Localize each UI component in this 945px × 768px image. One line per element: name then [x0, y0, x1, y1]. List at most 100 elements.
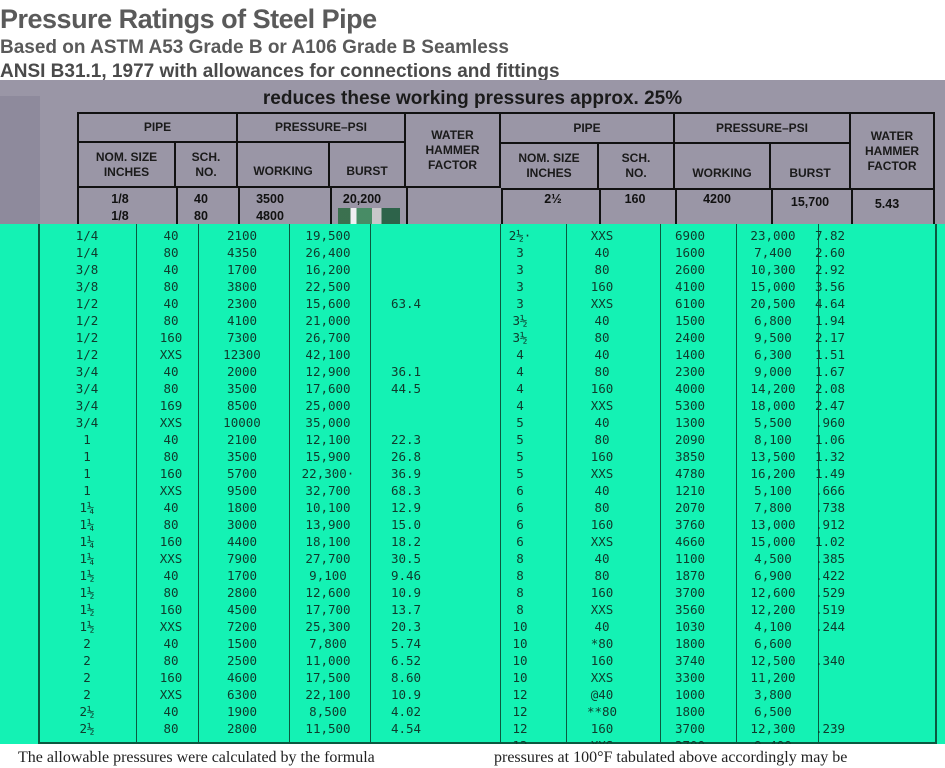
cell-working: 5700: [226, 466, 258, 481]
cell-size2: 12: [512, 704, 528, 719]
cell-burst: 11,000: [305, 653, 351, 668]
cell-working2: 3760: [674, 517, 706, 532]
cell-sch: 40: [163, 432, 179, 447]
header-pressure-right: PRESSURE–PSI: [675, 114, 851, 144]
cell-sch2: 40: [594, 483, 610, 498]
cell-size: 2: [83, 636, 91, 651]
cell-size2: 5: [516, 449, 524, 464]
cell-working: 3500: [226, 449, 258, 464]
subtitle-reduction: reduces these working pressures approx. …: [262, 88, 683, 109]
cell-working2: 1800: [674, 704, 706, 719]
cell-whf2: .912: [814, 517, 846, 532]
cell-sch: 80: [163, 449, 179, 464]
cell-whf2: .666: [814, 483, 846, 498]
cell-burst: 42,100: [305, 347, 351, 362]
cell-burst2: 12,500: [750, 653, 796, 668]
cell-sch: XXS: [159, 687, 183, 702]
cell-size2: 4: [516, 364, 524, 379]
table-row: 1 160 5700 22,300· 36.9 5 XXS 4780 16,200 1.49: [0, 466, 945, 483]
cell-working: 1900: [226, 704, 258, 719]
cell-sch2: 40: [594, 619, 610, 634]
cell-sch: XXS: [159, 619, 183, 634]
cell-working2: 4100: [674, 279, 706, 294]
cell-working: 2100: [226, 228, 258, 243]
cell-sch2: 160: [590, 653, 614, 668]
cell-sch: 160: [159, 330, 183, 345]
cell-size2: 6: [516, 517, 524, 532]
cell-whf: 36.9: [390, 466, 422, 481]
cell-size: 3/8: [75, 279, 99, 294]
cell-working2: 3850: [674, 449, 706, 464]
cell-sch2: @40: [590, 687, 614, 702]
cell-sch: 80: [163, 721, 179, 736]
cell-working: 1500: [226, 636, 258, 651]
cell-sch2: 80: [594, 330, 610, 345]
cell-sch2: XXS: [590, 466, 614, 481]
header-whf-right: WATER HAMMER FACTOR: [851, 114, 933, 190]
cell-whf: 10.9: [390, 585, 422, 600]
cell-sch2: **80: [586, 704, 618, 719]
cell-whf2: .340: [814, 653, 846, 668]
header-nomsize-right: NOM. SIZE INCHES: [501, 144, 599, 190]
cell-burst: 17,700: [305, 602, 351, 617]
cell-size: 1½: [79, 619, 95, 634]
cell-whf: 15.0: [390, 517, 422, 532]
cell-working2: 6100: [674, 296, 706, 311]
cell-size2: 3½: [512, 330, 528, 345]
cell-size: 2: [83, 653, 91, 668]
cell-whf2: 1.49: [814, 466, 846, 481]
cell-sch: 169: [159, 398, 183, 413]
cell-whf: 36.1: [390, 364, 422, 379]
header-nomsize-left: NOM. SIZE INCHES: [79, 143, 176, 188]
cell-sch: XXS: [159, 483, 183, 498]
cell-burst: 32,700: [305, 483, 351, 498]
cell-burst2: 6,900: [754, 568, 792, 583]
cell-burst2: 7,800: [754, 500, 792, 515]
cell-whf: 8.60: [390, 670, 422, 685]
cell-size2: 3½: [512, 313, 528, 328]
cell-whf: 10.9: [390, 687, 422, 702]
cell-working: 3000: [226, 517, 258, 532]
cell-size2: 12: [512, 721, 528, 736]
cell-sch: 40: [163, 636, 179, 651]
cell-size: 2½: [79, 704, 95, 719]
cell-whf2: 3.56: [814, 279, 846, 294]
cell-sch: 80: [163, 585, 179, 600]
cell-sch2: 160: [590, 279, 614, 294]
cell-size2: 3: [516, 279, 524, 294]
cell-whf: 4.54: [390, 721, 422, 736]
table-row: 1/4 80 4350 26,400 3 40 1600 7,400 2.60: [0, 245, 945, 262]
cell-size: 2: [83, 687, 91, 702]
cell-sch2: 40: [594, 347, 610, 362]
cell-working2: 1210: [674, 483, 706, 498]
cell-whf: 63.4: [390, 296, 422, 311]
cell-size2: 8: [516, 585, 524, 600]
cell-working2: 2600: [674, 262, 706, 277]
cell-working: 1700: [226, 568, 258, 583]
cell-size: 1/2: [75, 313, 99, 328]
table-row: 1/2 160 7300 26,700 3½ 80 2400 9,500 2.17: [0, 330, 945, 347]
cell-size2: 10: [512, 619, 528, 634]
cell-burst2: 12,300: [750, 721, 796, 736]
cell-sch: 160: [159, 670, 183, 685]
cell-size2: 10: [512, 670, 528, 685]
cell-sch2: XXS: [590, 296, 614, 311]
cell-size: 1/2: [75, 347, 99, 362]
cell-working: 3800: [226, 279, 258, 294]
table-row: 2 80 2500 11,000 6.52 10 160 3740 12,500 .340: [0, 653, 945, 670]
cell-whf: 4.02: [390, 704, 422, 719]
cell-whf: 68.3: [390, 483, 422, 498]
table-row: 3/4 80 3500 17,600 44.5 4 160 4000 14,200 2.08: [0, 381, 945, 398]
table-row: 1½ XXS 7200 25,300 20.3 10 40 1030 4,100 .244: [0, 619, 945, 636]
cell-size: 1: [83, 449, 91, 464]
cell-whf2: 2.08: [814, 381, 846, 396]
cell-working: 2100: [226, 432, 258, 447]
cell-burst: 25,000: [305, 398, 351, 413]
table-row: 1/4 40 2100 19,500 2½· XXS 6900 23,000 7.82: [0, 228, 945, 245]
cell-whf: 12.9: [390, 500, 422, 515]
cell-sch: 40: [163, 228, 179, 243]
cell-whf2: 2.92: [814, 262, 846, 277]
cell-size: 2½: [79, 721, 95, 736]
cell-burst: 12,900: [305, 364, 351, 379]
cell-sch: 40: [163, 364, 179, 379]
